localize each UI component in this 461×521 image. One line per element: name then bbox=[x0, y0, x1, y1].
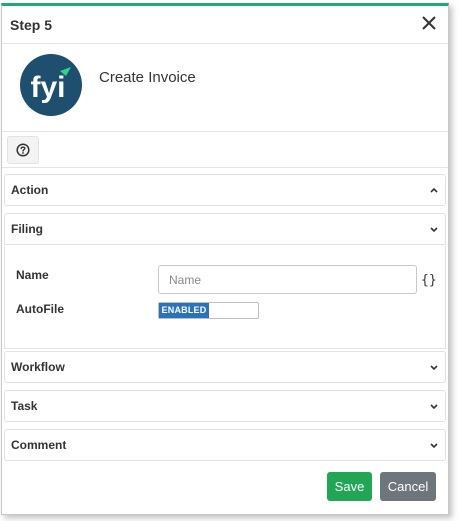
fyi-logo: fyi bbox=[20, 54, 82, 121]
cancel-button[interactable]: Cancel bbox=[380, 472, 436, 501]
section-workflow-label: Workflow bbox=[11, 360, 65, 374]
action-hero: fyi Create Invoice bbox=[2, 44, 448, 131]
logo-text: fyi bbox=[30, 71, 65, 104]
section-filing[interactable]: Filing bbox=[4, 213, 446, 245]
name-input[interactable] bbox=[158, 265, 417, 294]
section-action[interactable]: Action bbox=[4, 174, 446, 206]
chevron-down-icon bbox=[430, 404, 438, 410]
name-label: Name bbox=[16, 268, 49, 282]
question-circle-icon bbox=[16, 143, 30, 157]
step-dialog: Step 5 fyi Create Invoice Action Filing … bbox=[1, 3, 449, 515]
dialog-title: Step 5 bbox=[10, 17, 53, 33]
section-comment[interactable]: Comment bbox=[4, 429, 446, 461]
dialog-header: Step 5 bbox=[2, 6, 448, 44]
action-title: Create Invoice bbox=[99, 69, 196, 86]
braces-icon[interactable]: {} bbox=[421, 273, 437, 288]
section-action-label: Action bbox=[11, 183, 49, 197]
close-icon[interactable] bbox=[418, 12, 440, 34]
section-comment-label: Comment bbox=[11, 438, 67, 452]
autofile-toggle[interactable]: ENABLED bbox=[158, 302, 259, 319]
help-button[interactable] bbox=[7, 136, 39, 164]
save-button[interactable]: Save bbox=[327, 472, 372, 501]
filing-panel: Name {} AutoFile ENABLED bbox=[4, 246, 446, 349]
chevron-down-icon bbox=[430, 443, 438, 449]
section-task[interactable]: Task bbox=[4, 390, 446, 422]
help-bar bbox=[2, 131, 448, 168]
chevron-down-icon bbox=[430, 227, 438, 233]
section-task-label: Task bbox=[11, 399, 38, 413]
chevron-up-icon bbox=[430, 187, 438, 193]
autofile-label: AutoFile bbox=[16, 302, 64, 316]
autofile-toggle-state: ENABLED bbox=[159, 303, 209, 318]
section-filing-label: Filing bbox=[11, 222, 43, 236]
chevron-down-icon bbox=[430, 365, 438, 371]
section-workflow[interactable]: Workflow bbox=[4, 351, 446, 383]
